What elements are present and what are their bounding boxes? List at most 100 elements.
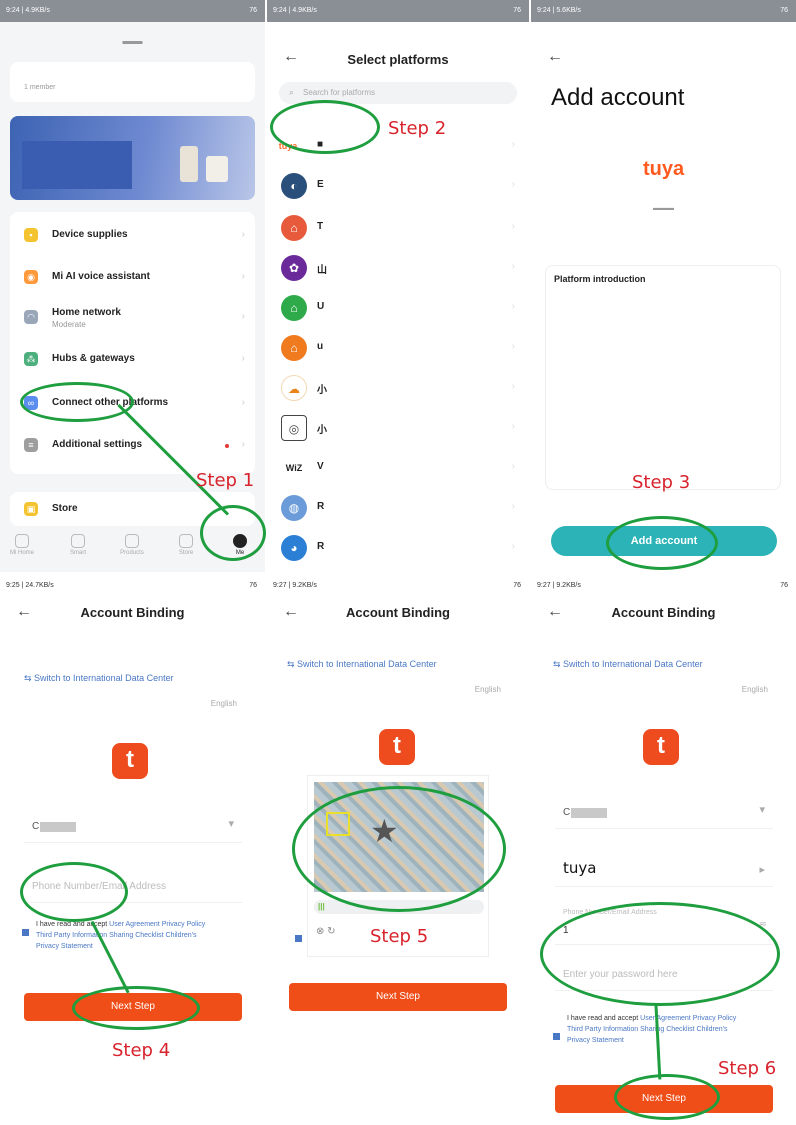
tab-label: Products [120,550,144,556]
platform-name: U [317,301,325,312]
agreement-prefix: I have read and accept [567,1015,641,1022]
platform-name: u [317,341,324,352]
menu-label: Additional settings [52,439,142,450]
tab-smart[interactable]: Smart [58,534,98,556]
page-title: Account Binding [346,605,450,620]
chevron-right-icon: › [511,341,515,352]
step-label: Step 6 [718,1058,777,1079]
platform-item[interactable]: ◍ R › [267,492,529,522]
platform-name: R [317,541,325,552]
platform-item[interactable]: ⌂ u › [267,332,529,362]
next-step-button[interactable]: Next Step [289,983,507,1011]
smart-icon [71,534,85,548]
switch-label: Switch to International Data Center [34,673,174,683]
chevron-right-icon: ▸ [759,864,765,876]
status-bar: 9:24 | 5.6KB/s 76 [531,0,796,22]
wiz-logo-icon: WiZ [281,455,307,481]
menu-label: Mi AI voice assistant [52,271,150,282]
platform-item[interactable]: ◐ E › [267,170,529,200]
language-selector[interactable]: English [742,685,768,694]
back-arrow-icon[interactable]: ← [547,48,563,66]
battery-level: 76 [780,7,788,14]
battery-level: 76 [780,582,788,589]
platform-name: T [317,221,324,232]
language-selector[interactable]: English [475,685,501,694]
platform-item[interactable]: ◎ 小 › [267,412,529,442]
platform-item[interactable]: ⌂ T › [267,212,529,242]
step-label: Step 3 [632,472,691,493]
chevron-right-icon: › [241,229,245,240]
switch-label: Switch to International Data Center [297,659,437,669]
menu-label: Home network [52,307,121,318]
tab-mi-home[interactable]: Mi Home [2,534,42,556]
menu-item-voice-assistant[interactable]: ◉ Mi AI voice assistant › [10,258,255,298]
account-name-blurred: ▬▬ [122,36,143,47]
switch-data-center-link[interactable]: ⇆ Switch to International Data Center [287,659,437,670]
tuya-app-icon: t [379,729,415,765]
promo-banner[interactable] [10,116,255,200]
chevron-right-icon: › [511,301,515,312]
battery-level: 76 [513,7,521,14]
chevron-right-icon: › [511,261,515,272]
chevron-right-icon: › [511,381,515,392]
home-card[interactable]: 1 member [10,62,255,102]
chevron-right-icon: › [511,221,515,232]
platform-icon: ✿ [281,255,307,281]
status-bar: 9:25 | 24.7KB/s 76 [0,575,265,597]
menu-sublabel: Moderate [52,320,86,329]
store-icon [179,534,193,548]
step-label: Step 4 [112,1040,171,1061]
chevron-right-icon: › [241,353,245,364]
agreement-checkbox[interactable] [553,1033,560,1040]
status-time: 9:27 | 9.2KB/s [273,582,317,589]
menu-item-additional-settings[interactable]: ≡ Additional settings › [10,426,255,466]
menu-item-home-network[interactable]: ◠ Home network Moderate › [10,298,255,338]
status-time: 9:24 | 4.9KB/s [273,7,317,14]
search-icon: ⌕ [289,87,295,97]
country-initial: C [563,807,571,818]
chevron-right-icon: › [241,271,245,282]
country-select[interactable]: C ▾ [24,809,242,843]
settings-menu: ▪ Device supplies › ◉ Mi AI voice assist… [10,212,255,474]
annotation-ring-next-step [72,986,200,1030]
switch-data-center-link[interactable]: ⇆ Switch to International Data Center [553,659,703,670]
annotation-ring-connect-platforms [20,382,134,422]
menu-item-hubs-gateways[interactable]: ⁂ Hubs & gateways › [10,340,255,380]
switch-data-center-link[interactable]: ⇆ Switch to International Data Center [24,673,174,684]
platform-item-wiz[interactable]: WiZ V › [267,452,529,482]
brand-field[interactable]: tuya ▸ [555,853,773,887]
chevron-right-icon: › [241,439,245,450]
platform-item[interactable]: ☁ 小 › [267,372,529,402]
agreement-checkbox[interactable] [22,929,29,936]
annotation-ring-add-account [606,516,718,570]
chevron-right-icon: › [511,461,515,472]
annotation-ring-next-step [614,1074,720,1120]
platform-item[interactable]: ✿ 山 › [267,252,529,282]
status-bar: 9:24 | 4.9KB/s 76 [0,0,265,22]
menu-item-device-supplies[interactable]: ▪ Device supplies › [10,216,255,256]
platform-introduction-card: Platform introduction [545,265,781,490]
captcha-slider-handle[interactable]: ||| [318,902,334,912]
home-icon [15,534,29,548]
country-redaction [40,822,76,832]
platform-item[interactable]: ◕ R › [267,532,529,562]
status-bar: 9:24 | 4.9KB/s 76 [267,0,529,22]
banner-device-image [206,156,228,182]
platform-introduction-label: Platform introduction [554,274,646,284]
captcha-refresh-icon[interactable]: ⊗ ↻ [316,926,336,937]
annotation-ring-credentials [540,902,780,1006]
wifi-icon: ◠ [24,310,38,324]
platform-item[interactable]: ⌂ U › [267,292,529,322]
home-members: 1 member [24,84,56,91]
tuya-logo: tuya [642,158,685,180]
battery-level: 76 [249,7,257,14]
agreement-checkbox[interactable] [295,935,302,942]
page-title: Account Binding [80,605,185,620]
step-label: Step 5 [370,926,429,947]
notification-dot [225,444,229,448]
language-selector[interactable]: English [211,699,237,708]
tab-products[interactable]: Products [112,534,152,556]
platform-icon: ◕ [281,535,307,561]
step-label: Step 1 [196,470,255,491]
country-select[interactable]: C ▾ [555,795,773,829]
